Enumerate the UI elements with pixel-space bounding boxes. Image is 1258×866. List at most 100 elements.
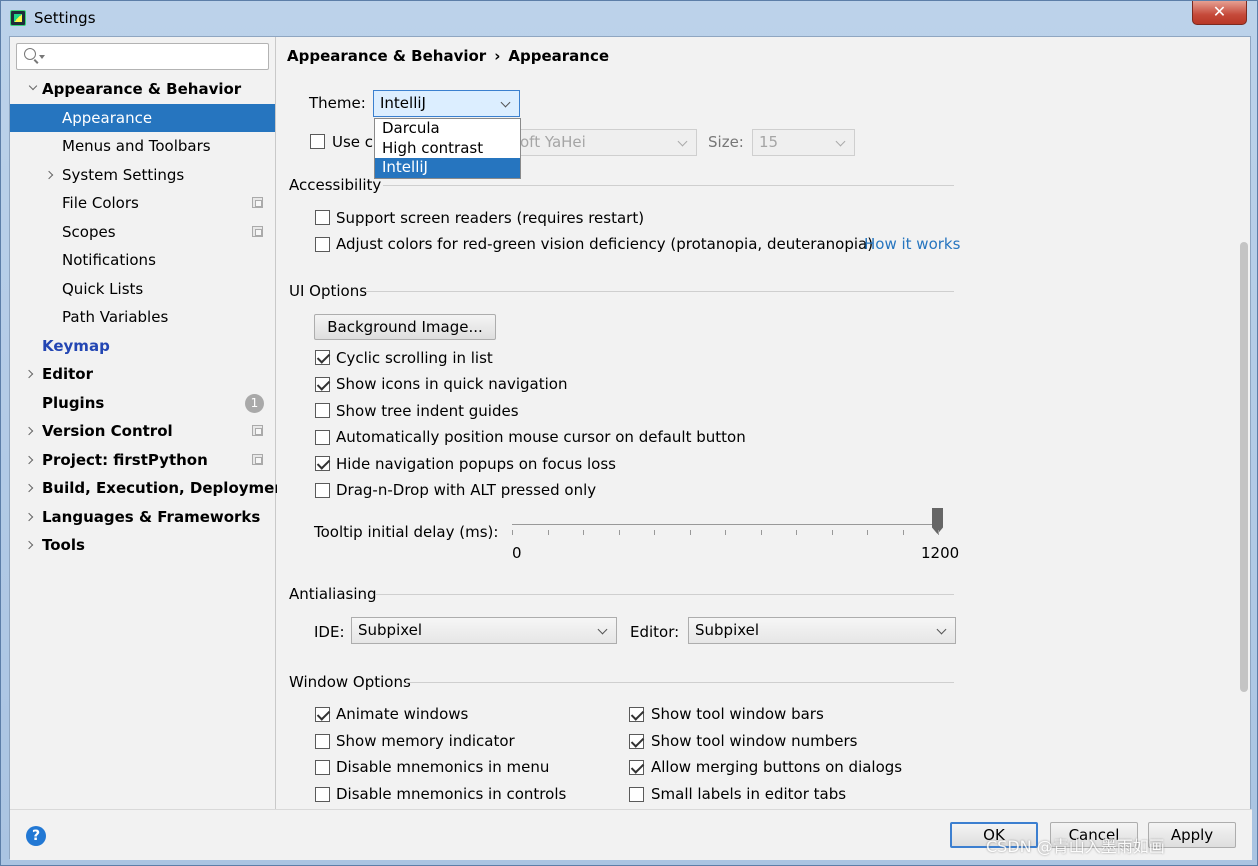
ide-antialiasing-value: Subpixel — [358, 621, 423, 639]
hide-nav-popups-label: Hide navigation popups on focus loss — [336, 455, 616, 473]
mnemonics-menu-checkbox[interactable] — [315, 760, 330, 775]
sidebar-item-label: Scopes — [62, 223, 116, 241]
drag-drop-alt-checkbox[interactable] — [315, 483, 330, 498]
window-title: Settings — [34, 9, 96, 27]
how-it-works-link[interactable]: How it works — [864, 235, 960, 253]
sidebar-item-appearance-behavior[interactable]: Appearance & Behavior — [10, 75, 275, 103]
sidebar-item-appearance[interactable]: Appearance — [10, 104, 275, 132]
slider-tick — [512, 530, 513, 535]
chevron-right-icon[interactable] — [24, 483, 34, 493]
chevron-down-icon — [597, 624, 608, 635]
slider-tick — [725, 530, 726, 535]
slider-tick — [654, 530, 655, 535]
ide-antialiasing-combo[interactable]: Subpixel — [351, 617, 617, 644]
tree-indent-guides-checkbox[interactable] — [315, 403, 330, 418]
chevron-right-icon[interactable] — [24, 369, 34, 379]
sidebar-item-languages[interactable]: Languages & Frameworks — [10, 503, 275, 531]
slider-tick — [618, 530, 620, 535]
chevron-right-icon[interactable] — [24, 455, 34, 465]
theme-option-darcula[interactable]: Darcula — [375, 119, 520, 139]
content-scrollbar[interactable] — [1238, 67, 1250, 809]
color-deficiency-checkbox[interactable] — [315, 237, 330, 252]
sidebar-item-scopes[interactable]: Scopes — [10, 218, 275, 246]
sidebar-item-label: Keymap — [42, 337, 110, 355]
editor-antialiasing-combo[interactable]: Subpixel — [688, 617, 956, 644]
font-size-combo[interactable]: 15 — [752, 129, 855, 156]
sidebar-item-label: System Settings — [62, 166, 185, 184]
theme-option-high-contrast[interactable]: High contrast — [375, 139, 520, 159]
chevron-right-icon[interactable] — [24, 512, 34, 522]
screen-readers-checkbox[interactable] — [315, 210, 330, 225]
tool-window-numbers-checkbox[interactable] — [629, 734, 644, 749]
background-image-button[interactable]: Background Image... — [314, 314, 496, 340]
sidebar-item-system-settings[interactable]: System Settings — [10, 161, 275, 189]
mouse-default-button-checkbox[interactable] — [315, 430, 330, 445]
settings-window: Settings ✕ Appearance & Behavior Appeara… — [0, 0, 1258, 866]
sidebar-item-version-control[interactable]: Version Control — [10, 417, 275, 445]
merging-buttons-label: Allow merging buttons on dialogs — [651, 758, 903, 776]
sidebar-item-label: Project: firstPython — [42, 451, 208, 469]
chevron-down-icon — [500, 97, 511, 108]
sidebar-item-label: Appearance — [62, 109, 153, 127]
breadcrumb-separator-icon: › — [494, 47, 501, 65]
tool-window-numbers-label: Show tool window numbers — [651, 732, 858, 750]
sidebar-item-file-colors[interactable]: File Colors — [10, 189, 275, 217]
chevron-down-icon[interactable] — [39, 55, 45, 59]
breadcrumb-parent[interactable]: Appearance & Behavior — [287, 47, 486, 65]
search-box[interactable] — [16, 43, 269, 70]
sidebar-item-menus-toolbars[interactable]: Menus and Toolbars — [10, 132, 275, 160]
memory-indicator-checkbox[interactable] — [315, 734, 330, 749]
show-icons-quick-nav-label: Show icons in quick navigation — [336, 375, 568, 393]
sidebar-item-editor[interactable]: Editor — [10, 360, 275, 388]
sidebar-item-project[interactable]: Project: firstPython — [10, 446, 275, 474]
section-divider — [375, 594, 954, 595]
chevron-down-icon[interactable] — [28, 81, 38, 91]
custom-font-value: oft YaHei — [520, 133, 586, 151]
title-bar: Settings ✕ — [1, 1, 1257, 37]
slider-tick — [689, 530, 691, 535]
theme-combo[interactable]: IntelliJ — [373, 90, 520, 117]
project-scope-icon — [252, 197, 263, 208]
merging-buttons-checkbox[interactable] — [629, 760, 644, 775]
help-icon[interactable]: ? — [26, 826, 46, 846]
screen-readers-label: Support screen readers (requires restart… — [336, 209, 645, 227]
ui-options-section-title: UI Options — [289, 282, 368, 300]
custom-font-combo[interactable]: oft YaHei — [513, 129, 697, 156]
color-deficiency-label: Adjust colors for red-green vision defic… — [336, 235, 874, 253]
sidebar-item-path-variables[interactable]: Path Variables — [10, 303, 275, 331]
cyclic-scrolling-checkbox[interactable] — [315, 350, 330, 365]
hide-nav-popups-checkbox[interactable] — [315, 456, 330, 471]
accessibility-section-title: Accessibility — [289, 176, 382, 194]
sidebar-item-label: Build, Execution, Deployment — [42, 479, 293, 497]
chevron-right-icon[interactable] — [44, 170, 54, 180]
slider-tick — [902, 530, 904, 535]
size-label: Size: — [708, 133, 744, 151]
chevron-right-icon[interactable] — [24, 426, 34, 436]
sidebar-item-keymap[interactable]: Keymap — [10, 332, 275, 360]
tool-window-bars-checkbox[interactable] — [629, 707, 644, 722]
small-labels-tabs-checkbox[interactable] — [629, 787, 644, 802]
sidebar-item-label: Quick Lists — [62, 280, 144, 298]
project-scope-icon — [252, 454, 263, 465]
theme-option-intellij[interactable]: IntelliJ — [375, 158, 520, 178]
section-divider — [383, 185, 954, 186]
close-button[interactable]: ✕ — [1192, 1, 1247, 25]
sidebar-item-quick-lists[interactable]: Quick Lists — [10, 275, 275, 303]
chevron-down-icon — [936, 624, 947, 635]
sidebar-item-label: Plugins — [42, 394, 105, 412]
settings-content: Appearance & Behavior › Appearance Theme: … — [277, 37, 1237, 809]
mnemonics-controls-checkbox[interactable] — [315, 787, 330, 802]
sidebar-item-plugins[interactable]: Plugins 1 — [10, 389, 275, 417]
tooltip-delay-slider-track[interactable] — [512, 524, 939, 525]
sidebar-item-build[interactable]: Build, Execution, Deployment — [10, 474, 292, 502]
chevron-right-icon[interactable] — [24, 540, 34, 550]
animate-windows-checkbox[interactable] — [315, 707, 330, 722]
use-custom-font-checkbox[interactable] — [310, 134, 325, 149]
scrollbar-thumb[interactable] — [1240, 242, 1248, 692]
show-icons-quick-nav-checkbox[interactable] — [315, 377, 330, 392]
sidebar-item-label: Editor — [42, 365, 93, 383]
sidebar-item-tools[interactable]: Tools — [10, 531, 275, 559]
plugins-update-badge: 1 — [245, 394, 264, 413]
search-input[interactable] — [47, 46, 262, 66]
sidebar-item-notifications[interactable]: Notifications — [10, 246, 275, 274]
